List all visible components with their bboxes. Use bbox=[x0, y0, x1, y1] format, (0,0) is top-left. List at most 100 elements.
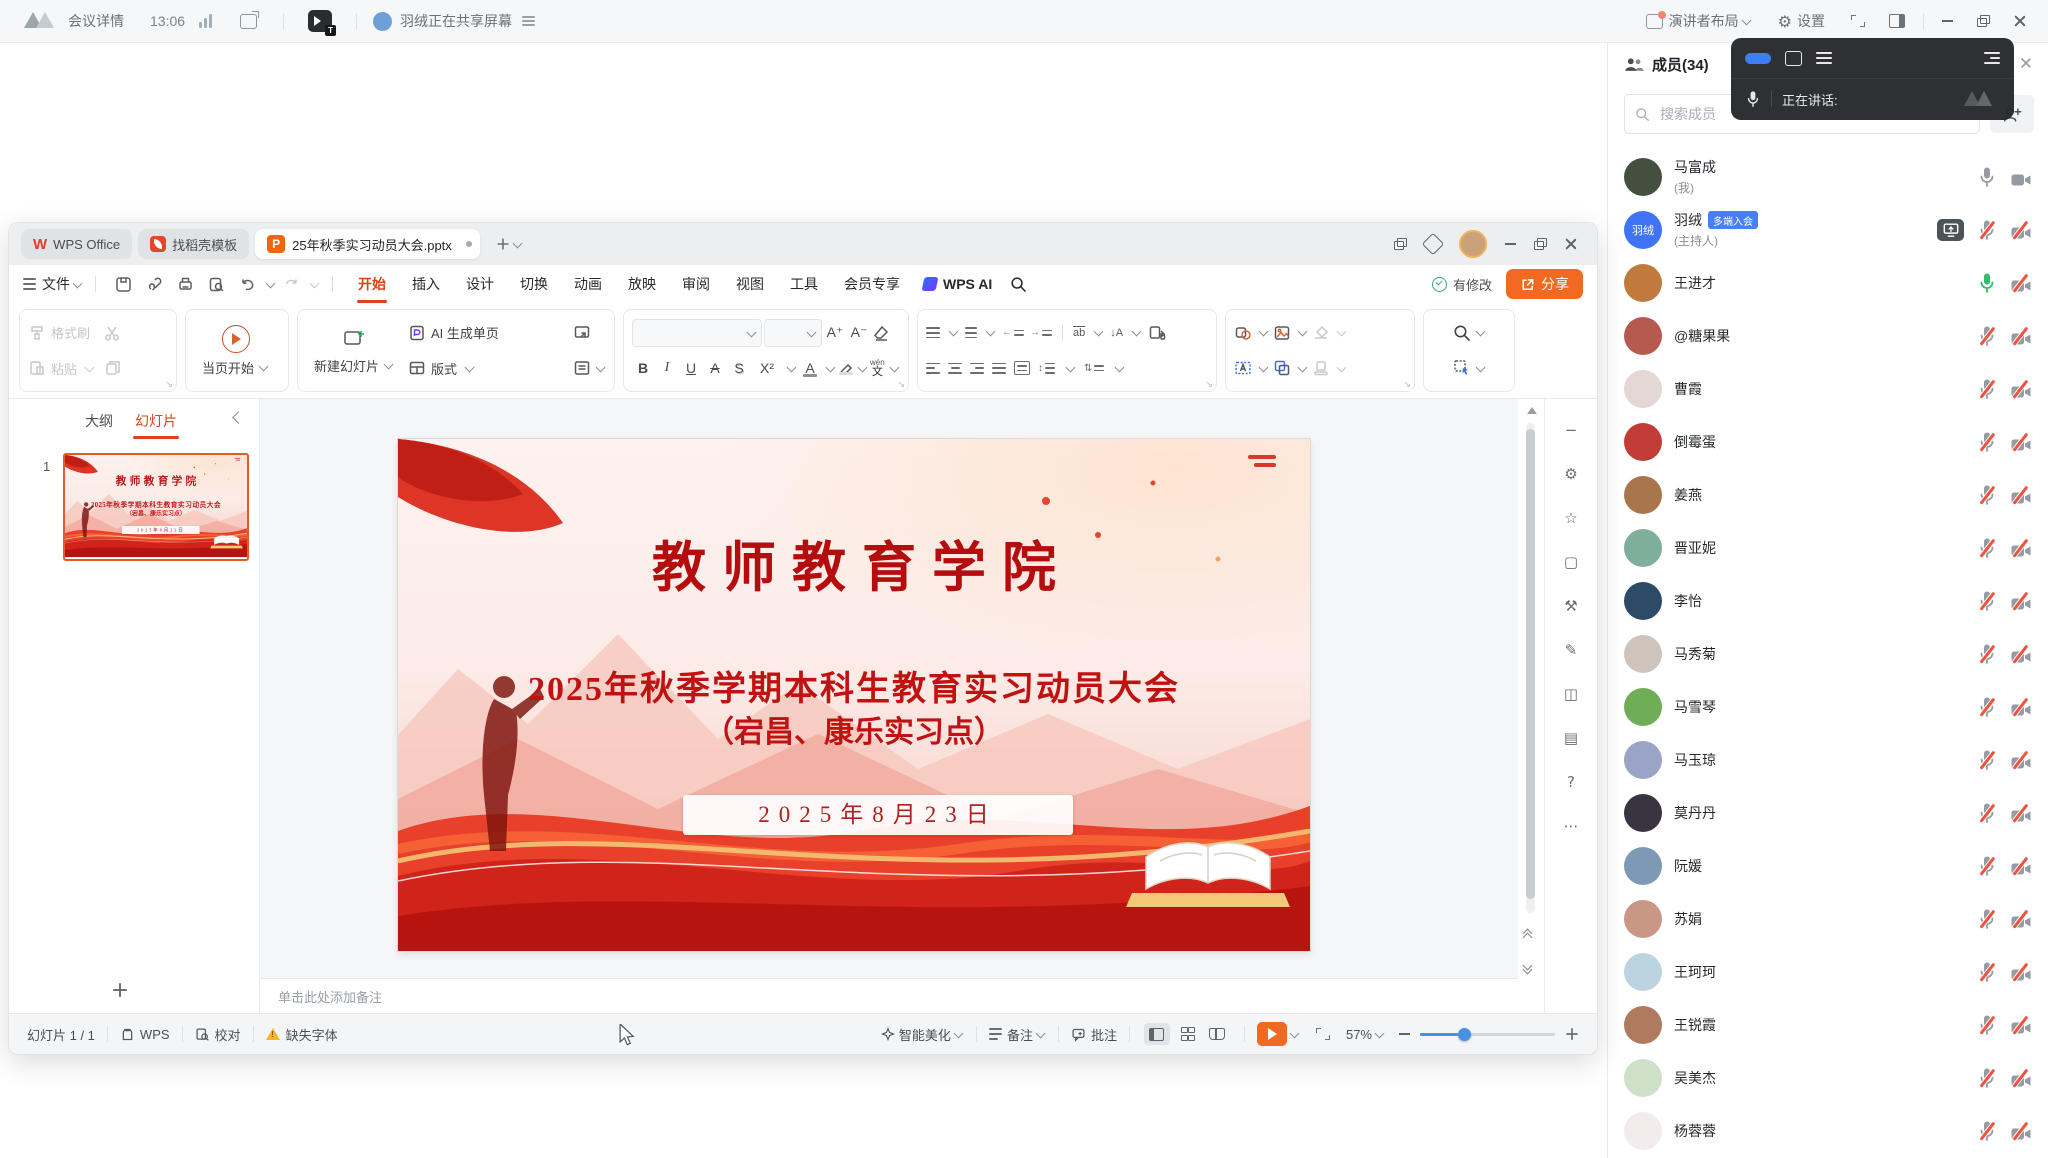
align-center-icon[interactable] bbox=[948, 361, 962, 375]
layout-list-icon[interactable] bbox=[522, 16, 535, 26]
member-row-16[interactable]: 王锐霞 bbox=[1608, 998, 2048, 1051]
mic-icon[interactable] bbox=[1977, 908, 1997, 930]
camera-icon[interactable] bbox=[2010, 855, 2032, 877]
ribbon-tab-1[interactable]: 插入 bbox=[399, 274, 453, 294]
paste-button[interactable]: 粘贴 bbox=[28, 351, 168, 387]
expand-group-icon[interactable]: ↘ bbox=[1205, 379, 1213, 390]
member-row-1[interactable]: 羽绒 羽绒 多端入会 (主持人) bbox=[1608, 203, 2048, 256]
close-panel-button[interactable] bbox=[2020, 56, 2032, 73]
mic-icon[interactable] bbox=[1977, 1120, 1997, 1142]
cut-icon[interactable] bbox=[103, 324, 121, 342]
ribbon-tab-4[interactable]: 动画 bbox=[561, 274, 615, 294]
open-in-window-icon[interactable] bbox=[240, 14, 257, 29]
align-left-icon[interactable] bbox=[926, 361, 940, 375]
mic-icon[interactable] bbox=[1977, 1014, 1997, 1036]
reuse-slides-icon[interactable] bbox=[573, 324, 591, 342]
camera-icon[interactable] bbox=[2010, 378, 2032, 400]
file-menu-button[interactable]: 文件 bbox=[42, 274, 70, 294]
camera-icon[interactable] bbox=[2010, 431, 2032, 453]
tab-docer-templates[interactable]: 找稻壳模板 bbox=[138, 229, 249, 259]
member-row-17[interactable]: 吴美杰 bbox=[1608, 1051, 2048, 1104]
shapes-icon[interactable] bbox=[1234, 324, 1252, 342]
reading-view-button[interactable] bbox=[1204, 1023, 1230, 1045]
camera-icon[interactable] bbox=[2010, 1120, 2032, 1142]
layout-button[interactable]: 版式 bbox=[408, 351, 499, 387]
rail-toolbox-icon[interactable]: ⚒ bbox=[1564, 597, 1577, 615]
notes-button[interactable]: 备注 bbox=[1007, 1025, 1033, 1044]
mic-icon[interactable] bbox=[1977, 272, 1997, 294]
picture-icon[interactable] bbox=[1273, 324, 1291, 342]
expand-group-icon[interactable]: ↘ bbox=[1403, 379, 1411, 390]
camera-icon[interactable] bbox=[2010, 643, 2032, 665]
expand-panel-icon[interactable] bbox=[1984, 52, 2000, 65]
ribbon-tab-8[interactable]: 工具 bbox=[777, 274, 831, 294]
arrange-icon[interactable] bbox=[1273, 359, 1291, 377]
account-avatar[interactable] bbox=[1459, 230, 1487, 258]
mic-icon[interactable] bbox=[1977, 325, 1997, 347]
member-row-0[interactable]: 马富成 (我) bbox=[1608, 150, 2048, 203]
mic-icon[interactable] bbox=[1977, 166, 1997, 188]
notes-bar[interactable]: 单击此处添加备注 bbox=[260, 978, 1518, 1013]
camera-icon[interactable] bbox=[2010, 590, 2032, 612]
search-icon[interactable] bbox=[1010, 276, 1027, 293]
mic-icon[interactable] bbox=[1977, 1067, 1997, 1089]
member-row-5[interactable]: 倒霉蛋 bbox=[1608, 415, 2048, 468]
tab-slides[interactable]: 幻灯片 bbox=[135, 411, 177, 431]
expand-group-icon[interactable]: ↘ bbox=[165, 379, 173, 390]
3d-assets-icon[interactable] bbox=[1422, 233, 1445, 256]
tab-wps-home[interactable]: W WPS Office bbox=[21, 229, 132, 259]
ribbon-tab-2[interactable]: 设计 bbox=[453, 274, 507, 294]
ribbon-tab-6[interactable]: 审阅 bbox=[669, 274, 723, 294]
tab-wps-ai[interactable]: WPS AI bbox=[923, 276, 992, 292]
format-painter-button[interactable]: 格式刷 bbox=[28, 315, 168, 351]
rail-properties-icon[interactable]: ⚙ bbox=[1564, 465, 1577, 483]
convert-smartart-icon[interactable] bbox=[1148, 324, 1166, 342]
fit-slide-icon[interactable] bbox=[1316, 1028, 1330, 1040]
member-row-7[interactable]: 晋亚妮 bbox=[1608, 521, 2048, 574]
mic-icon[interactable] bbox=[1977, 537, 1997, 559]
rail-more-icon[interactable]: ⋯ bbox=[1564, 817, 1579, 835]
tab-outline[interactable]: 大纲 bbox=[85, 411, 113, 431]
decrease-indent-icon[interactable]: ← bbox=[1002, 327, 1024, 338]
camera-icon[interactable] bbox=[2010, 166, 2032, 188]
justify-icon[interactable] bbox=[992, 361, 1006, 375]
zoom-out-button[interactable] bbox=[1399, 1033, 1410, 1035]
save-icon[interactable] bbox=[115, 276, 132, 293]
ribbon-tab-3[interactable]: 切换 bbox=[507, 274, 561, 294]
scroll-up-icon[interactable] bbox=[1527, 407, 1537, 414]
mic-icon[interactable] bbox=[1977, 590, 1997, 612]
member-row-15[interactable]: 王珂珂 bbox=[1608, 945, 2048, 998]
play-from-current-button[interactable]: 当页开始 bbox=[194, 315, 277, 386]
workspace-windows-icon[interactable] bbox=[1394, 238, 1407, 250]
maximize-button[interactable] bbox=[1977, 15, 1990, 27]
member-row-3[interactable]: @糖果果 bbox=[1608, 309, 2048, 362]
member-row-18[interactable]: 杨蓉蓉 bbox=[1608, 1104, 2048, 1157]
camera-icon[interactable] bbox=[2010, 802, 2032, 824]
camera-icon[interactable] bbox=[2010, 537, 2032, 559]
mic-icon[interactable] bbox=[1977, 961, 1997, 983]
paragraph-spacing-icon[interactable]: ⇅ bbox=[1084, 363, 1104, 374]
fullscreen-icon[interactable] bbox=[1851, 15, 1865, 27]
member-row-11[interactable]: 马玉琼 bbox=[1608, 733, 2048, 786]
wps-skin-button[interactable]: WPS bbox=[140, 1027, 170, 1042]
minimize-button[interactable] bbox=[1942, 20, 1953, 22]
bullets-icon[interactable] bbox=[926, 326, 940, 340]
settings-button[interactable]: 设置 bbox=[1797, 11, 1825, 31]
caption-transcribe-icon[interactable]: T bbox=[308, 10, 332, 32]
previous-slide-button[interactable] bbox=[1524, 930, 1531, 941]
add-slide-button[interactable] bbox=[113, 983, 127, 997]
phonetic-guide-button[interactable]: wén 文 bbox=[870, 359, 885, 378]
slide-sorter-button[interactable] bbox=[1174, 1023, 1200, 1045]
member-row-13[interactable]: 阮媛 bbox=[1608, 839, 2048, 892]
rail-chart-icon[interactable]: ◫ bbox=[1564, 685, 1578, 703]
expand-group-icon[interactable]: ↘ bbox=[897, 379, 905, 390]
share-button[interactable]: 分享 bbox=[1506, 269, 1583, 299]
copy-icon[interactable] bbox=[104, 359, 122, 377]
camera-icon[interactable] bbox=[2010, 908, 2032, 930]
font-color-button[interactable]: A bbox=[799, 360, 821, 378]
camera-icon[interactable] bbox=[2010, 484, 2032, 506]
text-shadow-button[interactable]: S bbox=[728, 360, 750, 376]
clear-format-icon[interactable] bbox=[872, 324, 890, 342]
print-preview-icon[interactable] bbox=[208, 276, 225, 293]
zoom-slider[interactable] bbox=[1420, 1033, 1555, 1036]
